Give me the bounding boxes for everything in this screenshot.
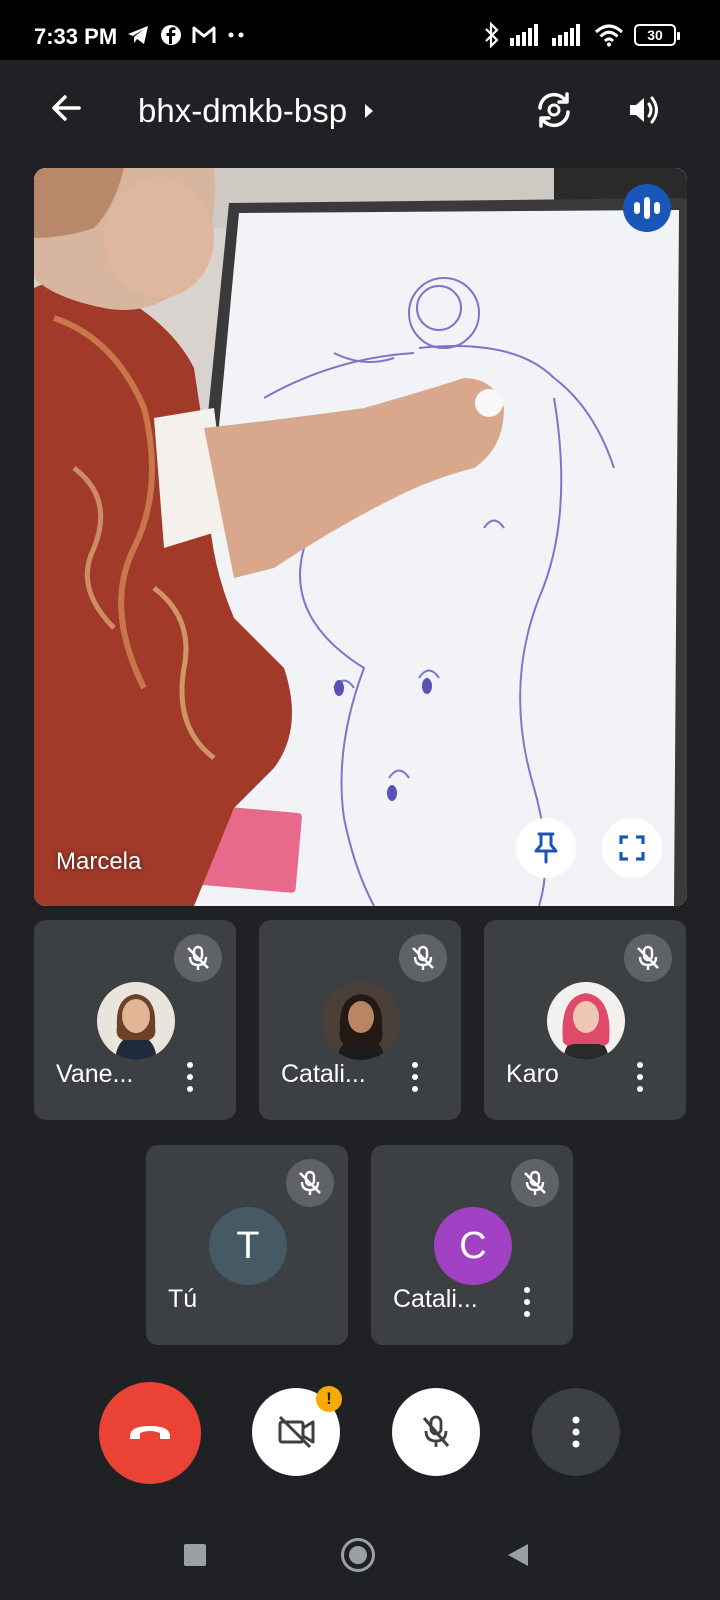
back-button[interactable] xyxy=(44,86,88,130)
chevron-right-icon xyxy=(365,104,374,118)
participant-name: Catali... xyxy=(393,1285,478,1313)
camera-warning-badge: ! xyxy=(316,1386,342,1412)
main-speaker-name: Marcela xyxy=(56,848,142,875)
back-icon[interactable] xyxy=(506,1542,530,1568)
pin-icon xyxy=(534,832,558,864)
mic-off-indicator xyxy=(286,1159,334,1207)
mic-off-indicator xyxy=(399,934,447,982)
participant-options-button[interactable] xyxy=(405,1060,425,1094)
participant-name: Tú xyxy=(168,1285,198,1313)
participant-options-button[interactable] xyxy=(517,1285,537,1319)
signal-icon xyxy=(552,24,580,46)
signal-icon xyxy=(510,24,538,46)
mic-off-icon xyxy=(299,1170,321,1195)
participant-tile[interactable]: Karo xyxy=(484,920,686,1120)
participant-options-button[interactable] xyxy=(630,1060,650,1094)
battery-level: 30 xyxy=(647,27,663,43)
participant-options-button[interactable] xyxy=(180,1060,200,1094)
mic-off-icon xyxy=(187,945,209,970)
system-icons: 30 xyxy=(484,22,680,48)
meeting-info-button[interactable]: bhx-dmkb-bsp xyxy=(138,92,375,130)
mic-off-indicator xyxy=(174,934,222,982)
status-time: 7:33 PM xyxy=(34,24,118,49)
gmail-icon xyxy=(192,26,216,43)
avatar xyxy=(322,982,400,1060)
participant-tile[interactable]: C Catali... xyxy=(371,1145,573,1345)
bluetooth-icon xyxy=(485,22,499,48)
system-navigation-bar xyxy=(0,1500,720,1600)
facebook-icon xyxy=(161,25,181,45)
mic-off-icon xyxy=(412,945,434,970)
switch-camera-icon xyxy=(538,92,570,128)
wifi-icon xyxy=(594,24,624,47)
end-call-button[interactable] xyxy=(99,1382,201,1484)
self-participant-tile[interactable]: T Tú xyxy=(146,1145,348,1345)
mic-toggle-button[interactable] xyxy=(392,1388,480,1476)
avatar xyxy=(547,982,625,1060)
mic-off-icon xyxy=(637,945,659,970)
meeting-code: bhx-dmkb-bsp xyxy=(138,92,348,129)
recents-icon[interactable] xyxy=(184,1544,206,1566)
main-speaker-tile[interactable]: Marcela xyxy=(34,168,687,906)
avatar: T xyxy=(209,1207,287,1285)
telegram-icon xyxy=(128,26,148,44)
avatar: C xyxy=(434,1207,512,1285)
participant-tile[interactable]: Vane... xyxy=(34,920,236,1120)
more-options-icon xyxy=(572,1416,580,1448)
mic-off-indicator xyxy=(511,1159,559,1207)
status-bar: 7:33 PM 30 xyxy=(0,0,720,60)
participant-name: Karo xyxy=(506,1060,559,1088)
switch-camera-button[interactable] xyxy=(530,86,578,134)
pin-button[interactable] xyxy=(516,818,576,878)
meeting-header: bhx-dmkb-bsp xyxy=(0,60,720,166)
home-icon[interactable] xyxy=(341,1538,375,1572)
participant-name: Catali... xyxy=(281,1060,366,1088)
mic-off-icon xyxy=(524,1170,546,1195)
arrow-back-icon xyxy=(52,95,81,121)
speaker-icon xyxy=(630,96,658,124)
audio-output-button[interactable] xyxy=(620,86,668,134)
fullscreen-button[interactable] xyxy=(602,818,662,878)
more-notifications-icon xyxy=(228,32,244,38)
speaking-indicator-icon xyxy=(623,184,671,232)
mic-off-icon xyxy=(422,1415,450,1447)
camera-off-icon xyxy=(278,1415,315,1449)
avatar xyxy=(97,982,175,1060)
participant-name: Vane... xyxy=(56,1060,134,1088)
speaker-video xyxy=(34,168,687,906)
mic-off-indicator xyxy=(624,934,672,982)
notification-icons xyxy=(126,24,248,46)
camera-toggle-button[interactable]: ! xyxy=(252,1386,342,1476)
more-options-button[interactable] xyxy=(532,1388,620,1476)
battery-icon: 30 xyxy=(634,24,680,46)
participant-tile[interactable]: Catali... xyxy=(259,920,461,1120)
fullscreen-icon xyxy=(619,835,645,861)
end-call-icon xyxy=(130,1426,170,1439)
avatar-letter: T xyxy=(236,1224,260,1267)
avatar-letter: C xyxy=(459,1224,487,1267)
